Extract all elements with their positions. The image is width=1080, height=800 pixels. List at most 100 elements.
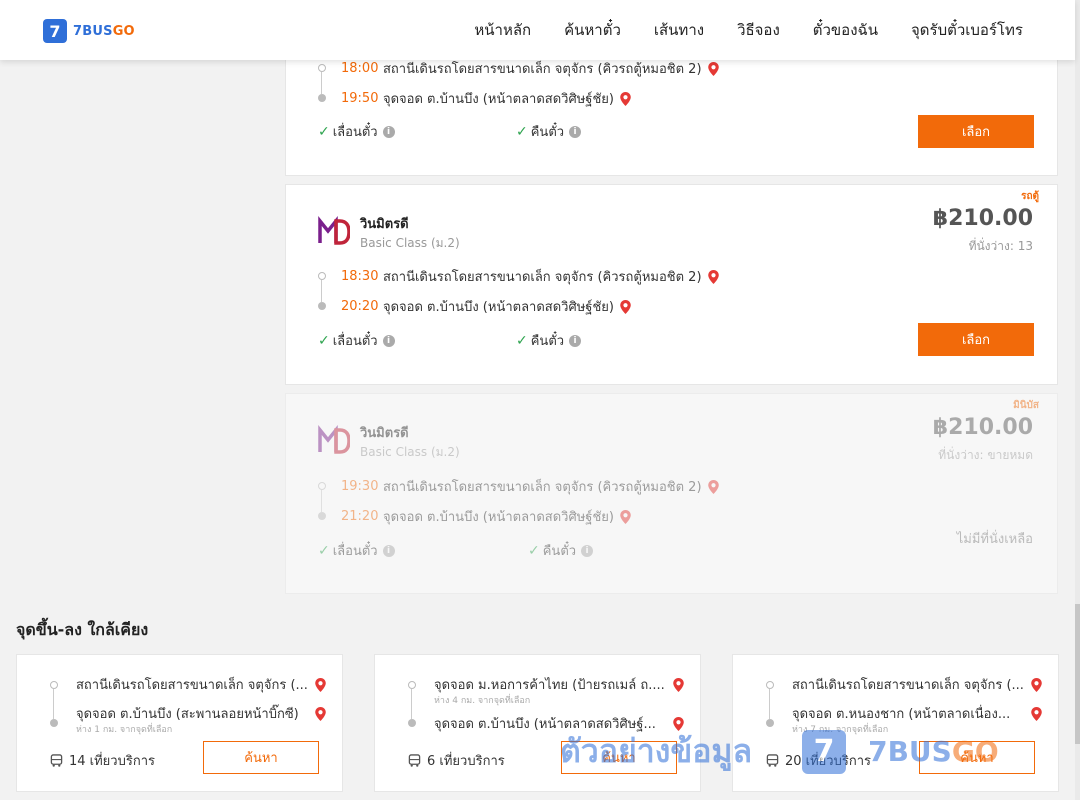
logo-mark: 7 xyxy=(43,19,67,43)
select-trip-button[interactable]: เลือก xyxy=(918,323,1034,356)
arrive-stop: 20:20 จุดจอด ต.บ้านบึง (หน้าตลาดสดวิศิษฐ… xyxy=(341,296,631,317)
info-icon[interactable]: i xyxy=(382,334,395,347)
scrollbar-thumb[interactable] xyxy=(1075,604,1080,744)
depart-place: สถานีเดินรถโดยสารขนาดเล็ก จตุจักร (คิวรถ… xyxy=(383,62,702,77)
check-icon: ✓ xyxy=(516,332,528,349)
depart-stop: 18:30 สถานีเดินรถโดยสารขนาดเล็ก จตุจักร … xyxy=(341,266,719,287)
check-icon: ✓ xyxy=(516,123,528,140)
location-pin-icon[interactable] xyxy=(1031,677,1042,692)
route-line xyxy=(321,490,322,512)
depart-time: 19:30 xyxy=(341,479,379,494)
arrive-place: จุดจอด ต.บ้านบึง (หน้าตลาดสดวิศิษฐ์ชัย) xyxy=(383,510,614,525)
sold-out-status: ไม่มีที่นั่งเหลือ xyxy=(956,532,1033,547)
location-pin-icon[interactable] xyxy=(707,269,719,284)
check-icon: ✓ xyxy=(318,123,330,140)
nav-ticket-pickup[interactable]: จุดรับตั๋วเบอร์โทร xyxy=(911,18,1023,42)
info-icon[interactable]: i xyxy=(569,125,582,138)
nav-my-tickets[interactable]: ตั๋วของฉัน xyxy=(813,18,878,42)
location-pin-icon[interactable] xyxy=(620,299,631,314)
location-pin-icon[interactable] xyxy=(673,677,684,692)
ticket-price: ฿210.00 xyxy=(932,206,1033,231)
nav-search-ticket[interactable]: ค้นหาตั๋ว xyxy=(564,18,621,42)
route-line xyxy=(321,72,322,94)
nearby-from: สถานีเดินรถโดยสารขนาดเล็ก จตุจักร (... xyxy=(792,674,1047,695)
operator-logo xyxy=(318,216,350,245)
nearby-to: จุดจอด ต.บ้านบึง (หน้าตลาดสดวิศิษฐ์... xyxy=(434,713,689,734)
seats-available: ที่นั่งว่าง: 13 xyxy=(968,239,1033,253)
bus-icon xyxy=(766,754,779,767)
nav-home[interactable]: หน้าหลัก xyxy=(474,18,531,42)
distance-note: ห่าง 7 กม. จากจุดที่เลือก xyxy=(792,725,889,735)
route-line xyxy=(321,280,322,302)
nav-routes[interactable]: เส้นทาง xyxy=(654,18,704,42)
distance-note: ห่าง 4 กม. จากจุดที่เลือก xyxy=(434,696,531,706)
nearby-search-button[interactable]: ค้นหา xyxy=(561,741,677,774)
route-end-dot xyxy=(318,94,326,102)
nearby-card: สถานีเดินรถโดยสารขนาดเล็ก จตุจักร (... จ… xyxy=(16,654,343,792)
location-pin-icon xyxy=(707,479,719,494)
operator-name: วินมิตรดี xyxy=(360,217,409,232)
info-icon: i xyxy=(382,544,395,557)
feature-refund: ✓ คืนตั๋ว i xyxy=(516,330,582,351)
bus-icon xyxy=(408,754,421,767)
bus-icon xyxy=(50,754,63,767)
location-pin-icon[interactable] xyxy=(315,706,326,721)
arrive-place: จุดจอด ต.บ้านบึง (หน้าตลาดสดวิศิษฐ์ชัย) xyxy=(383,92,614,107)
feature-reschedule: ✓ เลื่อนตั๋ว i xyxy=(318,330,395,351)
nearby-card: สถานีเดินรถโดยสารขนาดเล็ก จตุจักร (... จ… xyxy=(732,654,1059,792)
depart-time: 18:30 xyxy=(341,269,379,284)
trip-card: รถตู้ วินมิตรดี Basic Class (ม.2) ฿210.0… xyxy=(285,184,1058,385)
depart-place: สถานีเดินรถโดยสารขนาดเล็ก จตุจักร (คิวรถ… xyxy=(383,480,702,495)
logo-text: 7BUSGO xyxy=(73,23,135,39)
site-logo[interactable]: 7 7BUSGO xyxy=(43,19,135,43)
operator-name: วินมิตรดี xyxy=(360,426,409,441)
location-pin-icon[interactable] xyxy=(315,677,326,692)
service-class: Basic Class (ม.2) xyxy=(360,236,460,250)
bus-type-label: รถตู้ xyxy=(1021,191,1039,202)
route-line xyxy=(411,689,412,719)
nearby-card: จุดจอด ม.หอการค้าไทย (ป้ายรถเมล์ ถ.... ห… xyxy=(374,654,701,792)
route-start-dot xyxy=(408,681,416,689)
select-trip-button[interactable]: เลือก xyxy=(918,115,1034,148)
trip-count: 20 เที่ยวบริการ xyxy=(766,750,871,771)
nearby-from: จุดจอด ม.หอการค้าไทย (ป้ายรถเมล์ ถ.... xyxy=(434,674,689,695)
route-end-dot xyxy=(766,719,774,727)
nearby-search-button[interactable]: ค้นหา xyxy=(919,741,1035,774)
route-start-dot xyxy=(50,681,58,689)
feature-refund: ✓ คืนตั๋ว i xyxy=(516,121,582,142)
operator-logo xyxy=(318,425,350,454)
nearby-section-title: จุดขึ้น-ลง ใกล้เคียง xyxy=(16,620,149,639)
feature-reschedule: ✓ เลื่อนตั๋ว i xyxy=(318,121,395,142)
service-class: Basic Class (ม.2) xyxy=(360,445,460,459)
info-icon: i xyxy=(581,544,594,557)
bus-type-label: มินิบัส xyxy=(1013,400,1039,411)
location-pin-icon xyxy=(620,509,631,524)
arrive-time: 21:20 xyxy=(341,509,379,524)
arrive-time: 19:50 xyxy=(341,91,379,106)
info-icon[interactable]: i xyxy=(569,334,582,347)
route-end-dot xyxy=(50,719,58,727)
trip-count: 6 เที่ยวบริการ xyxy=(408,750,505,771)
route-start-dot xyxy=(766,681,774,689)
feature-refund: ✓ คืนตั๋ว i xyxy=(528,540,594,561)
location-pin-icon[interactable] xyxy=(673,716,684,731)
location-pin-icon[interactable] xyxy=(1031,706,1042,721)
nearby-to: จุดจอด ต.บ้านบึง (สะพานลอยหน้าบิ๊กซี) xyxy=(76,703,331,724)
check-icon: ✓ xyxy=(528,542,540,559)
distance-note: ห่าง 1 กม. จากจุดที่เลือก xyxy=(76,725,173,735)
trip-count: 14 เที่ยวบริการ xyxy=(50,750,155,771)
route-end-dot xyxy=(408,719,416,727)
location-pin-icon[interactable] xyxy=(620,91,631,106)
nearby-search-button[interactable]: ค้นหา xyxy=(203,741,319,774)
depart-stop: 18:00 สถานีเดินรถโดยสารขนาดเล็ก จตุจักร … xyxy=(341,58,719,79)
depart-time: 18:00 xyxy=(341,61,379,76)
nav-how-to-book[interactable]: วิธีจอง xyxy=(737,18,780,42)
route-line xyxy=(769,689,770,719)
info-icon[interactable]: i xyxy=(382,125,395,138)
location-pin-icon[interactable] xyxy=(707,61,719,76)
trip-card-sold-out: มินิบัส วินมิตรดี Basic Class (ม.2) ฿210… xyxy=(285,393,1058,594)
route-end-dot xyxy=(318,302,326,310)
arrive-stop: 19:50 จุดจอด ต.บ้านบึง (หน้าตลาดสดวิศิษฐ… xyxy=(341,88,631,109)
route-start-dot xyxy=(318,482,326,490)
nearby-from: สถานีเดินรถโดยสารขนาดเล็ก จตุจักร (... xyxy=(76,674,331,695)
